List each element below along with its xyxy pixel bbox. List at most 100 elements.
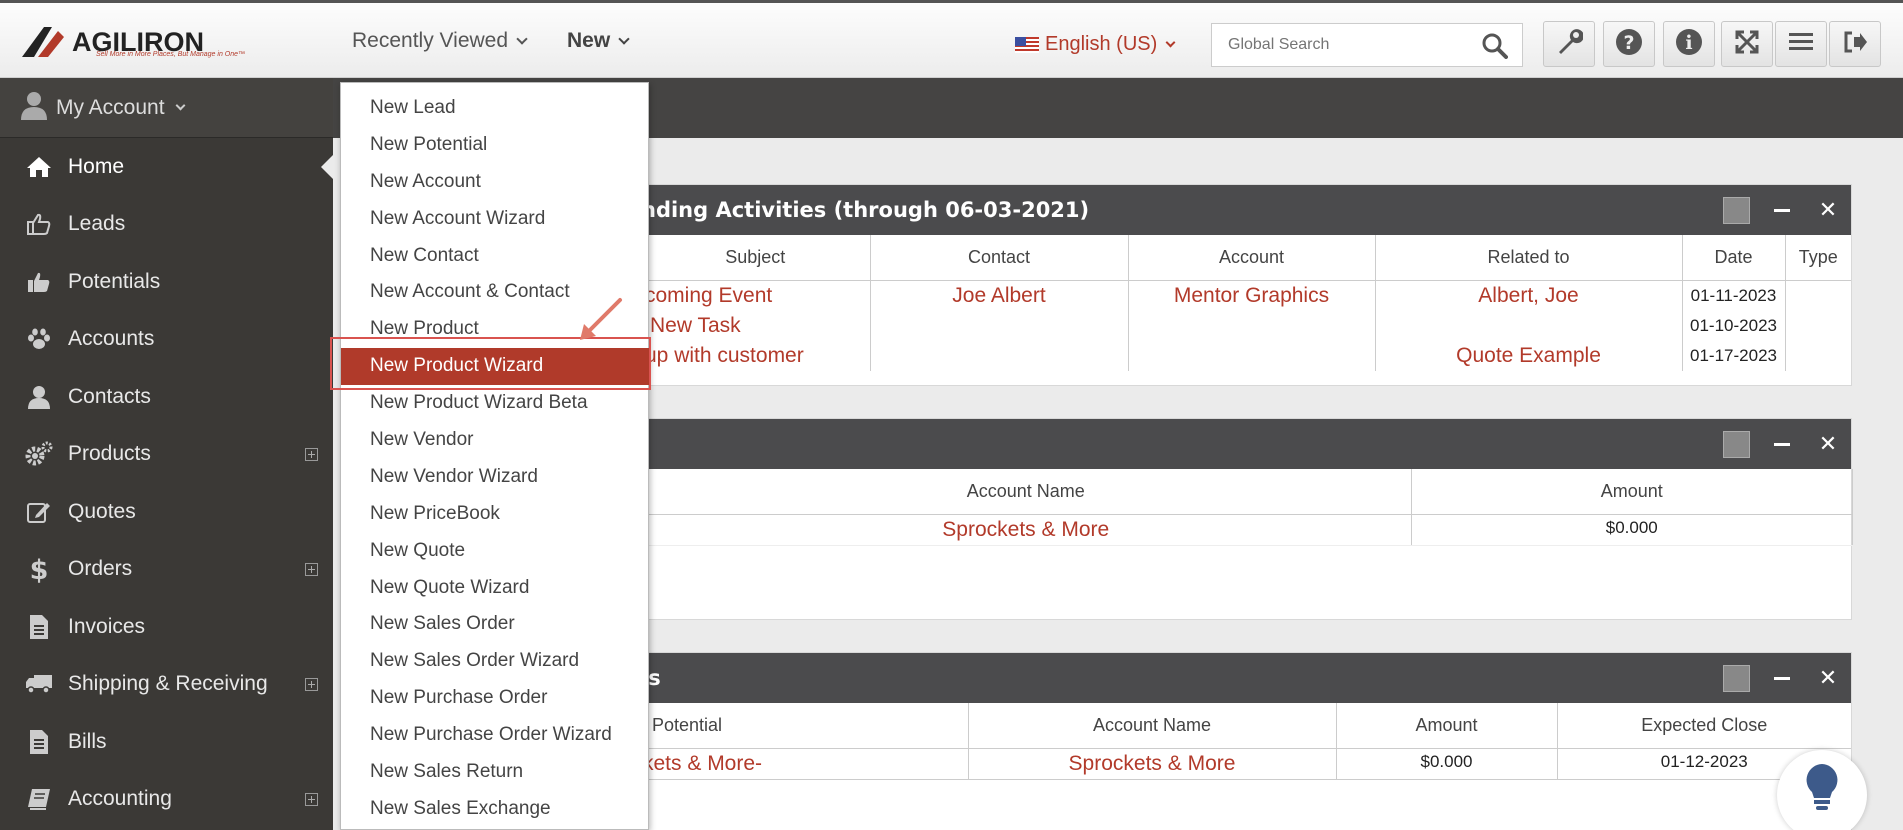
column-header[interactable]: Date [1682,235,1786,281]
menu-item-new-product[interactable]: New Product [341,311,648,348]
subject-link[interactable]: New Task [645,311,870,341]
sidebar-item-home[interactable]: Home [0,138,333,196]
subject-link[interactable]: coming Event [645,281,870,311]
expand-plus-icon[interactable] [305,447,318,461]
my-account-label: My Account [56,95,165,119]
type-cell [1785,280,1851,371]
account-name-link[interactable]: Sprockets & More [942,518,1109,541]
recently-viewed-menu[interactable]: Recently Viewed [352,29,528,53]
column-header[interactable]: Type [1785,235,1851,281]
column-header[interactable]: Amount [1336,703,1558,749]
column-header[interactable]: Contact [870,235,1129,281]
column-header[interactable]: Expected Close [1557,703,1851,749]
wrench-button[interactable] [1543,21,1595,67]
close-icon: ✕ [1818,197,1838,223]
sidebar-item-quotes[interactable]: Quotes [0,483,333,541]
wrench-icon [1555,28,1584,61]
related-link[interactable] [1376,311,1682,341]
menu-item-new-sales-exchange[interactable]: New Sales Exchange [341,791,648,828]
expand-plus-icon[interactable] [305,677,318,691]
menu-item-new-account-wizard[interactable]: New Account Wizard [341,201,648,238]
sidebar-item-label: Bills [68,729,107,753]
related-link[interactable]: Quote Example [1376,341,1682,371]
accounts-table: Account Name Amount Sprockets & More $0.… [561,469,1853,546]
global-search-input[interactable] [1212,24,1472,66]
sidebar-item-label: Accounts [68,327,155,351]
sidebar-item-products[interactable]: Products [0,426,333,484]
panel-minimize-button[interactable] [1759,185,1805,235]
panel-settings-button[interactable] [1713,185,1759,235]
menu-item-new-sales-order-wizard[interactable]: New Sales Order Wizard [341,643,648,680]
potential-link[interactable]: kets & More- [643,752,762,775]
menu-item-new-account[interactable]: New Account [341,164,648,201]
menu-item-new-purchase-order-wizard[interactable]: New Purchase Order Wizard [341,717,648,754]
home-icon [24,156,54,178]
menu-button[interactable] [1775,21,1827,67]
related-link[interactable]: Albert, Joe [1376,281,1682,311]
sidebar-item-label: Invoices [68,614,146,638]
sidebar-item-leads[interactable]: Leads [0,196,333,254]
expand-plus-icon[interactable] [305,792,318,806]
panel-minimize-button[interactable] [1759,419,1805,469]
info-button[interactable]: i [1663,21,1715,67]
panel-close-button[interactable]: ✕ [1805,185,1851,235]
column-header[interactable]: Account Name [561,469,1412,515]
panel-settings-button[interactable] [1713,419,1759,469]
paw-icon [24,327,54,351]
menu-item-new-purchase-order[interactable]: New Purchase Order [341,680,648,717]
column-header[interactable]: Account [1128,235,1376,281]
panel-minimize-button[interactable] [1759,653,1805,703]
menu-item-new-sales-order[interactable]: New Sales Order [341,606,648,643]
search-icon[interactable] [1482,33,1508,64]
contact-link[interactable]: Joe Albert [871,281,1128,311]
sidebar-item-accounting[interactable]: Accounting [0,771,333,829]
sidebar-item-orders[interactable]: $ Orders [0,541,333,599]
svg-text:$: $ [30,555,49,583]
activities-panel-title: nding Activities (through 06-03-2021) [641,198,1090,222]
menu-item-new-sales-return[interactable]: New Sales Return [341,754,648,791]
expected-close-value: 01-12-2023 [1660,751,1748,771]
menu-item-new-quote[interactable]: New Quote [341,533,648,570]
menu-item-new-vendor-wizard[interactable]: New Vendor Wizard [341,459,648,496]
menu-item-new-product-wizard-beta[interactable]: New Product Wizard Beta [341,385,648,422]
fullscreen-button[interactable] [1721,21,1773,67]
menu-item-new-lead[interactable]: New Lead [341,90,648,127]
account-link[interactable]: Mentor Graphics [1129,281,1375,311]
subject-link[interactable]: up with customer [645,341,870,371]
column-header[interactable]: Amount [1411,469,1853,515]
column-header[interactable]: Account Name [968,703,1337,749]
language-selector[interactable]: English (US) [1015,33,1176,56]
panel-close-button[interactable]: ✕ [1805,419,1851,469]
potentials-panel: ls ✕ Potential Account Name Amount Expec… [560,652,1852,830]
menu-item-new-pricebook[interactable]: New PriceBook [341,496,648,533]
help-lightbulb-button[interactable] [1777,750,1867,830]
column-header[interactable]: Related to [1375,235,1683,281]
panel-close-button[interactable]: ✕ [1805,653,1851,703]
sidebar-item-potentials[interactable]: Potentials [0,253,333,311]
svg-text:i: i [1685,32,1692,54]
sidebar-item-bills[interactable]: Bills [0,713,333,771]
sidebar-item-label: Orders [68,557,133,581]
minimize-icon [1774,676,1790,680]
menu-item-new-vendor[interactable]: New Vendor [341,422,648,459]
agiliron-logo[interactable]: AGILIRON Sell More in More Places, But M… [22,23,262,63]
activities-panel-header: nding Activities (through 06-03-2021) ✕ [561,185,1851,235]
menu-item-new-contact[interactable]: New Contact [341,238,648,275]
expand-plus-icon[interactable] [305,562,318,576]
account-name-link[interactable]: Sprockets & More [1069,752,1236,775]
logout-button[interactable] [1829,21,1881,67]
menu-item-new-account-contact[interactable]: New Account & Contact [341,274,648,311]
my-account-menu[interactable]: My Account [0,78,333,138]
sidebar-item-invoices[interactable]: Invoices [0,598,333,656]
panel-settings-button[interactable] [1713,653,1759,703]
sidebar-item-accounts[interactable]: Accounts [0,311,333,369]
menu-item-new-product-wizard[interactable]: New Product Wizard [341,348,650,386]
menu-item-new-potential[interactable]: New Potential [341,127,648,164]
sidebar-item-contacts[interactable]: Contacts [0,368,333,426]
help-button[interactable]: ? [1603,21,1655,67]
menu-item-new-quote-wizard[interactable]: New Quote Wizard [341,570,648,607]
sidebar-item-shipping-receiving[interactable]: Shipping & Receiving [0,656,333,714]
new-menu[interactable]: New [567,29,630,53]
table-header-row: Subject Contact Account Related to Date … [561,235,1851,281]
square-icon [1722,196,1750,224]
